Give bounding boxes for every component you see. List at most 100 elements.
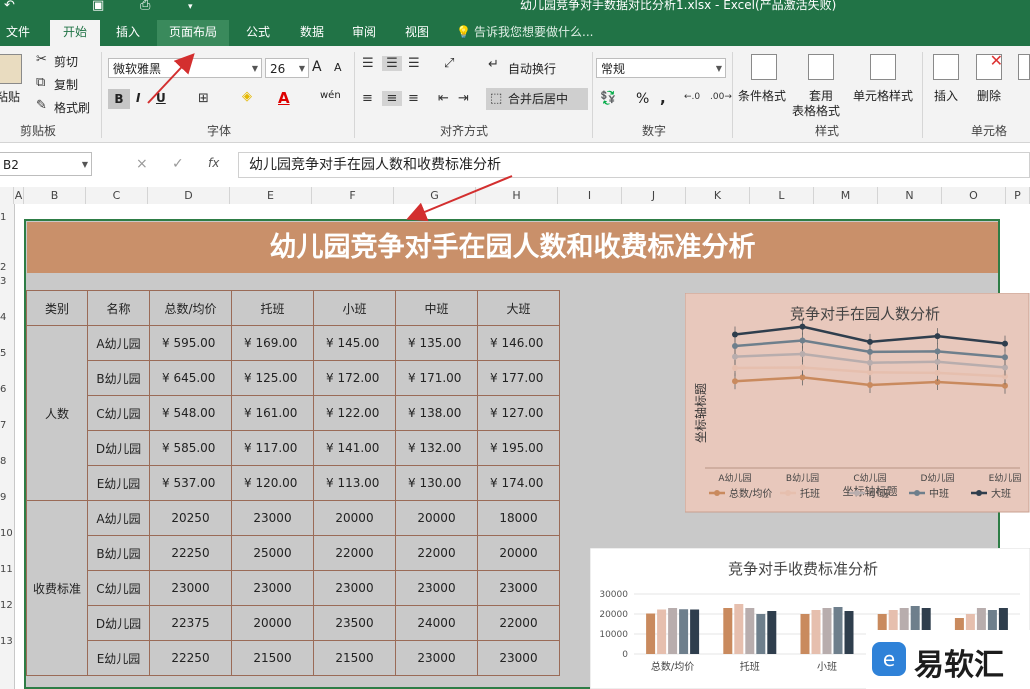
decrease-decimal-icon[interactable]: .00→ [710,92,732,102]
value-cell[interactable]: ¥ 130.00 [395,465,478,501]
value-cell[interactable]: 20250 [149,500,232,536]
tab-file[interactable]: 文件 [0,20,36,46]
format-painter-icon[interactable]: ✎ [36,98,47,113]
cut-button[interactable]: 剪切 [54,53,78,70]
value-cell[interactable]: 23000 [313,570,396,606]
col-header[interactable]: K [686,187,750,204]
accounting-format-icon[interactable]: 💱 [600,91,616,106]
value-cell[interactable]: 22250 [149,640,232,676]
value-cell[interactable]: 23500 [313,605,396,641]
tab-formulas[interactable]: 公式 [236,20,280,46]
value-cell[interactable]: 22250 [149,535,232,571]
col-header[interactable]: A [14,187,24,204]
value-cell[interactable]: ¥ 113.00 [313,465,396,501]
value-cell[interactable]: ¥ 122.00 [313,395,396,431]
col-header[interactable]: L [750,187,814,204]
number-format-select[interactable]: 常规 ▼ [596,58,726,78]
col-header[interactable]: N [878,187,942,204]
col-header[interactable]: E [230,187,312,204]
print-preview-icon[interactable]: ⎙ [140,0,150,13]
font-size-select[interactable]: 26 ▼ [265,58,309,78]
select-all-corner[interactable] [0,187,14,204]
row-header[interactable]: 7 [0,420,14,431]
col-header[interactable]: F [312,187,394,204]
col-header[interactable]: O [942,187,1006,204]
format-cells-icon[interactable] [1018,54,1030,80]
value-cell[interactable]: 20000 [477,535,560,571]
enter-icon[interactable]: ✓ [172,156,184,172]
delete-cells-icon[interactable]: ✕ [976,51,1003,80]
col-header[interactable]: I [558,187,622,204]
decrease-indent-icon[interactable]: ⇤ [438,91,449,106]
header-cell[interactable]: 总数/均价 [149,290,232,326]
value-cell[interactable]: ¥ 169.00 [231,325,314,361]
row-header[interactable]: 3 [0,276,14,287]
value-cell[interactable]: ¥ 117.00 [231,430,314,466]
value-cell[interactable]: ¥ 645.00 [149,360,232,396]
align-middle-icon[interactable]: ☰ [382,56,402,71]
paste-icon[interactable] [0,54,22,84]
value-cell[interactable]: 21500 [231,640,314,676]
value-cell[interactable]: ¥ 132.00 [395,430,478,466]
font-name-select[interactable]: 微软雅黑 ▼ [108,58,262,78]
value-cell[interactable]: ¥ 174.00 [477,465,560,501]
value-cell[interactable]: 23000 [395,640,478,676]
align-center-icon[interactable]: ≡ [382,91,402,106]
cut-icon[interactable]: ✂ [36,52,47,67]
value-cell[interactable]: ¥ 135.00 [395,325,478,361]
tell-me-box[interactable]: 告诉我您想要做什么... [474,20,593,44]
row-header[interactable]: 13 [0,636,14,647]
cancel-icon[interactable]: × [136,156,148,172]
bold-button[interactable]: B [108,89,130,109]
shrink-font-button[interactable]: A [334,61,342,74]
cell-styles-icon[interactable] [870,54,896,80]
tab-insert[interactable]: 插入 [106,20,150,46]
value-cell[interactable]: 22375 [149,605,232,641]
name-cell[interactable]: C幼儿园 [87,570,150,606]
name-cell[interactable]: B幼儿园 [87,535,150,571]
header-cell[interactable]: 名称 [87,290,150,326]
value-cell[interactable]: 23000 [231,570,314,606]
copy-button[interactable]: 复制 [54,76,78,93]
row-header[interactable]: 5 [0,348,14,359]
row-header[interactable]: 9 [0,492,14,503]
value-cell[interactable]: ¥ 146.00 [477,325,560,361]
value-cell[interactable]: 22000 [477,605,560,641]
header-cell[interactable]: 中班 [395,290,478,326]
conditional-format-icon[interactable] [751,54,777,80]
fill-color-icon[interactable]: ◈ [242,89,252,104]
header-cell[interactable]: 类别 [26,290,88,326]
value-cell[interactable]: 21500 [313,640,396,676]
col-header[interactable]: M [814,187,878,204]
undo-icon[interactable]: ↶ [4,0,15,13]
value-cell[interactable]: 20000 [313,500,396,536]
row-header[interactable]: 12 [0,600,14,611]
value-cell[interactable]: 22000 [313,535,396,571]
value-cell[interactable]: 23000 [149,570,232,606]
insert-cells-button[interactable]: 插入 [934,87,958,104]
name-cell[interactable]: D幼儿园 [87,605,150,641]
value-cell[interactable]: ¥ 125.00 [231,360,314,396]
customize-qat-icon[interactable]: ▾ [188,2,193,12]
wrap-text-button[interactable]: 自动换行 [508,60,556,77]
col-header[interactable]: P [1006,187,1030,204]
value-cell[interactable]: 23000 [231,500,314,536]
value-cell[interactable]: ¥ 172.00 [313,360,396,396]
value-cell[interactable]: 23000 [395,570,478,606]
value-cell[interactable]: 20000 [231,605,314,641]
value-cell[interactable]: ¥ 171.00 [395,360,478,396]
value-cell[interactable]: ¥ 127.00 [477,395,560,431]
percent-button[interactable]: % [636,91,649,107]
value-cell[interactable]: 22000 [395,535,478,571]
grow-font-button[interactable]: A [312,59,322,75]
value-cell[interactable]: ¥ 138.00 [395,395,478,431]
row-header[interactable]: 2 [0,262,14,273]
align-left-icon[interactable]: ≡ [362,91,373,106]
comma-button[interactable]: , [660,89,666,107]
tab-view[interactable]: 视图 [395,20,439,46]
format-as-table-icon[interactable] [808,54,834,80]
format-painter-button[interactable]: 格式刷 [54,99,90,116]
value-cell[interactable]: ¥ 195.00 [477,430,560,466]
name-cell[interactable]: A幼儿园 [87,325,150,361]
insert-function-icon[interactable]: fx [208,156,219,170]
